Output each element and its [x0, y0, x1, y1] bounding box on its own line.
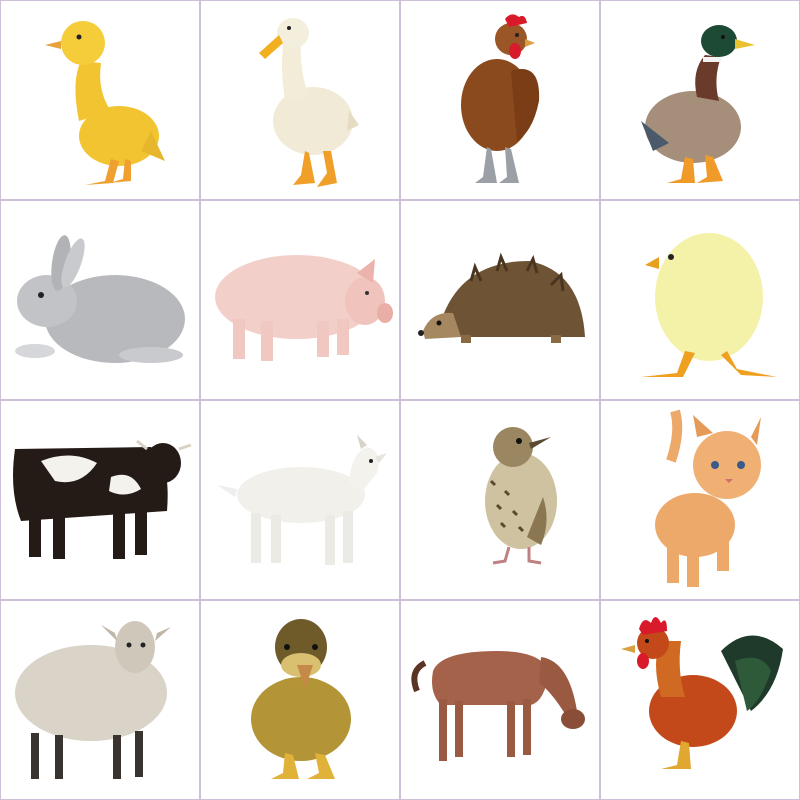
- cell-pig[interactable]: [201, 201, 399, 399]
- cell-kitten[interactable]: [601, 401, 799, 599]
- duckling-yellow-icon: [45, 21, 165, 185]
- cell-mallard[interactable]: [601, 1, 799, 199]
- white-duck-icon: [259, 18, 359, 187]
- cell-rabbit[interactable]: [1, 201, 199, 399]
- cell-duckling-brown[interactable]: [201, 601, 399, 799]
- animal-picture-grid: [0, 0, 800, 800]
- sheep-icon: [15, 621, 171, 779]
- pig-icon: [215, 255, 393, 361]
- cell-hedgehog[interactable]: [401, 201, 599, 399]
- hedgehog-icon: [418, 252, 585, 343]
- chick-icon: [641, 233, 777, 377]
- cell-horse[interactable]: [401, 601, 599, 799]
- mallard-duck-icon: [641, 25, 755, 183]
- goat-kid-icon: [217, 435, 387, 565]
- cell-goat-kid[interactable]: [201, 401, 399, 599]
- cow-icon: [13, 439, 192, 559]
- cell-cow[interactable]: [1, 401, 199, 599]
- cell-white-duck[interactable]: [201, 1, 399, 199]
- cell-rooster[interactable]: [601, 601, 799, 799]
- cell-duckling-yellow[interactable]: [1, 1, 199, 199]
- rooster-icon: [621, 617, 783, 769]
- duckling-brown-icon: [251, 619, 351, 779]
- rabbit-icon: [15, 235, 185, 363]
- kitten-icon: [655, 409, 761, 587]
- hen-icon: [461, 14, 540, 183]
- thrush-icon: [485, 427, 557, 565]
- cell-hen[interactable]: [401, 1, 599, 199]
- cell-sheep[interactable]: [1, 601, 199, 799]
- cell-thrush[interactable]: [401, 401, 599, 599]
- horse-icon: [411, 651, 585, 761]
- cell-chick[interactable]: [601, 201, 799, 399]
